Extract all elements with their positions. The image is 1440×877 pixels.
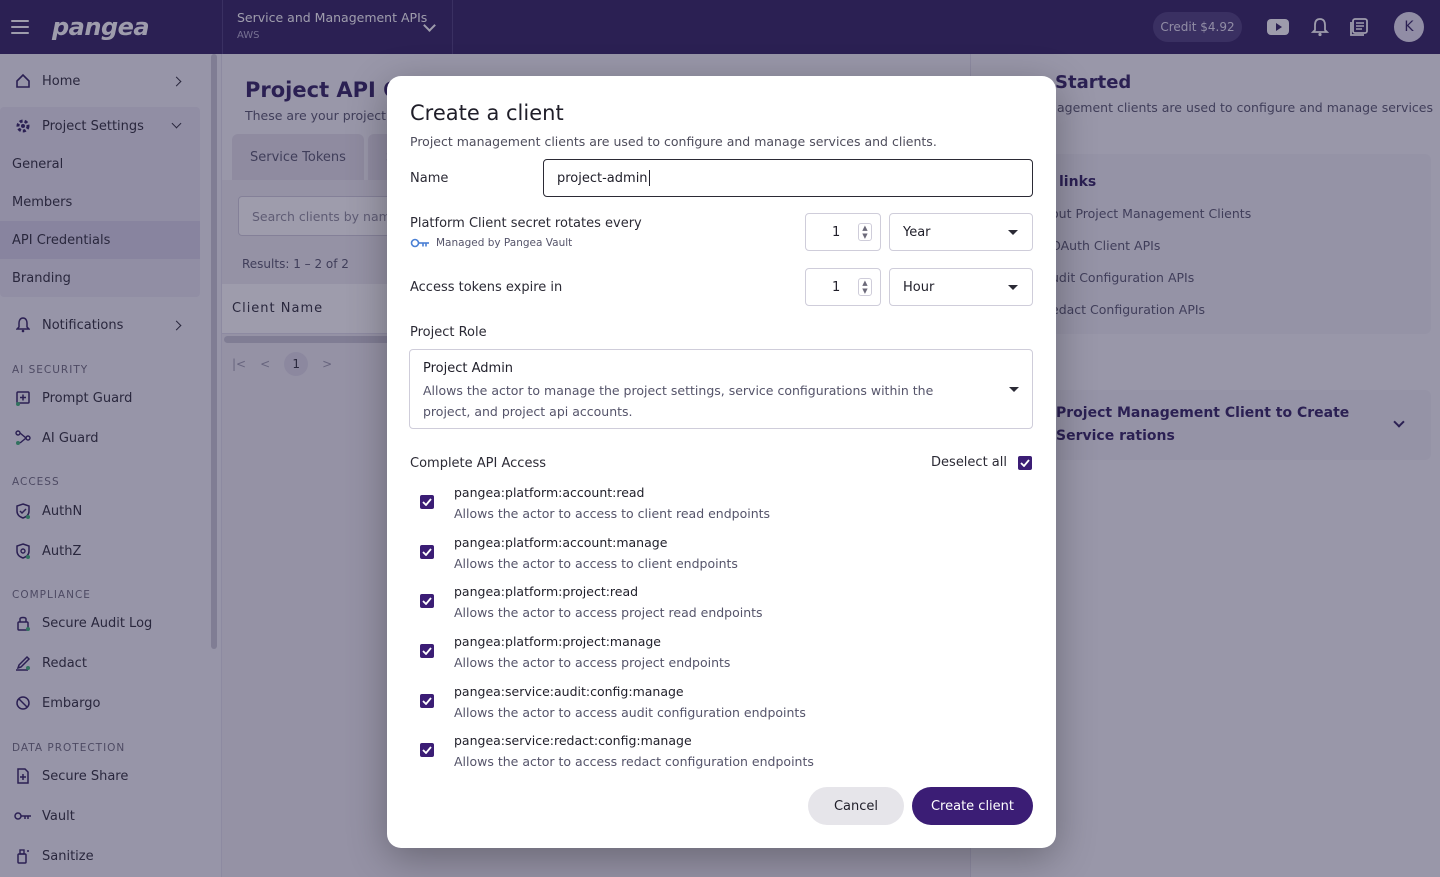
name-label: Name: [410, 171, 449, 186]
deselect-all-checkbox[interactable]: [1018, 456, 1032, 470]
permission-checkbox[interactable]: [420, 644, 434, 658]
expire-label: Access tokens expire in: [410, 280, 563, 295]
permission-name: pangea:service:redact:config:manage: [454, 733, 692, 748]
vault-note: Managed by Pangea Vault: [410, 237, 572, 249]
permission-name: pangea:platform:project:manage: [454, 634, 661, 649]
create-client-button[interactable]: Create client: [912, 787, 1033, 825]
expire-unit-value: Hour: [903, 279, 935, 295]
deselect-all-label[interactable]: Deselect all: [931, 455, 1007, 470]
permission-name: pangea:platform:account:read: [454, 485, 645, 500]
expire-unit-select[interactable]: Hour: [889, 268, 1033, 306]
role-label: Project Role: [410, 325, 487, 340]
permission-desc: Allows the actor to access to client end…: [454, 556, 738, 571]
permission-checkbox[interactable]: [420, 743, 434, 757]
dropdown-arrow-icon: [1009, 387, 1019, 392]
dropdown-arrow-icon: [1008, 230, 1018, 235]
permission-item: pangea:platform:account:manage Allows th…: [420, 535, 980, 581]
permission-desc: Allows the actor to access project endpo…: [454, 655, 731, 670]
stepper-icon[interactable]: ▲ ▼: [858, 223, 872, 241]
permission-checkbox[interactable]: [420, 545, 434, 559]
permission-item: pangea:service:redact:config:manage Allo…: [420, 733, 980, 779]
cancel-button[interactable]: Cancel: [808, 787, 904, 825]
permission-name: pangea:platform:account:manage: [454, 535, 668, 550]
permission-desc: Allows the actor to access project read …: [454, 605, 763, 620]
permission-desc: Allows the actor to access to client rea…: [454, 506, 771, 521]
permission-checkbox[interactable]: [420, 594, 434, 608]
name-field[interactable]: project-admin: [543, 159, 1033, 197]
permission-name: pangea:service:audit:config:manage: [454, 684, 684, 699]
dialog-title: Create a client: [410, 101, 564, 125]
text-caret: [648, 170, 650, 186]
dropdown-arrow-icon: [1008, 285, 1018, 290]
permission-desc: Allows the actor to access audit configu…: [454, 705, 806, 720]
role-name: Project Admin: [423, 361, 514, 376]
vault-note-text: Managed by Pangea Vault: [436, 237, 573, 249]
permission-checkbox[interactable]: [420, 495, 434, 509]
role-description: Allows the actor to manage the project s…: [423, 383, 934, 419]
name-value: project-admin: [557, 170, 648, 186]
permission-item: pangea:platform:project:manage Allows th…: [420, 634, 980, 680]
rotate-unit-select[interactable]: Year: [889, 213, 1033, 251]
rotate-label: Platform Client secret rotates every: [410, 216, 642, 231]
rotate-number-value: 1: [832, 224, 841, 240]
permission-name: pangea:platform:project:read: [454, 584, 639, 599]
rotate-number-input[interactable]: 1 ▲ ▼: [805, 213, 881, 251]
permission-checkbox[interactable]: [420, 694, 434, 708]
expire-number-input[interactable]: 1 ▲ ▼: [805, 268, 881, 306]
permission-item: pangea:platform:account:read Allows the …: [420, 485, 980, 531]
stepper-icon[interactable]: ▲ ▼: [858, 278, 872, 296]
api-access-label: Complete API Access: [410, 456, 546, 471]
expire-number-value: 1: [832, 279, 841, 295]
dialog-description: Project management clients are used to c…: [410, 134, 937, 149]
create-client-dialog: Create a client Project management clien…: [387, 76, 1056, 848]
key-icon: [410, 238, 429, 248]
permission-item: pangea:service:audit:config:manage Allow…: [420, 684, 980, 730]
project-role-select[interactable]: Project Admin Allows the actor to manage…: [409, 349, 1033, 429]
rotate-unit-value: Year: [903, 224, 931, 240]
permission-desc: Allows the actor to access redact config…: [454, 754, 814, 769]
permission-item: pangea:platform:project:read Allows the …: [420, 584, 980, 630]
